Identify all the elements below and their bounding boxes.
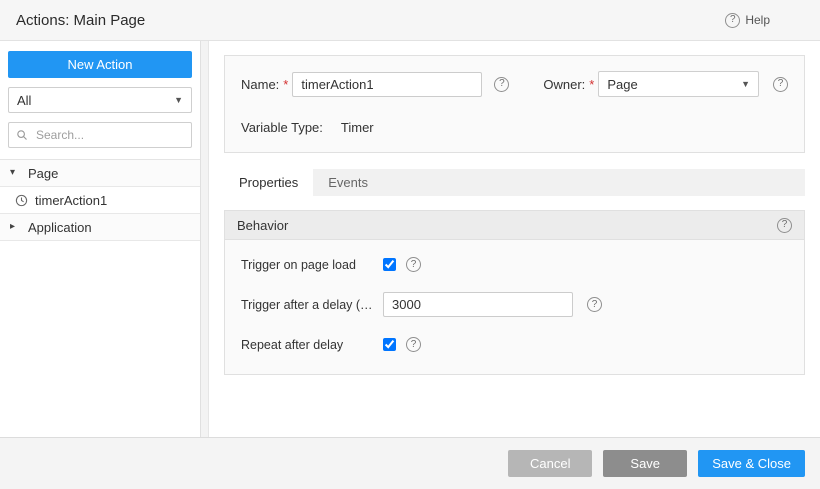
trigger-delay-row: Trigger after a delay (milliseconds) [241, 292, 788, 317]
repeat-after-delay-row: Repeat after delay [241, 337, 788, 352]
behavior-section-header: Behavior [225, 211, 804, 240]
tab-bar: Properties Events [224, 169, 805, 196]
sidebar-scrollbar[interactable] [200, 41, 209, 437]
filter-dropdown-value: All [17, 92, 32, 108]
header: Actions: Main Page Help [0, 0, 820, 41]
tree-item-label: Application [28, 219, 92, 235]
variable-type-label: Variable Type: [241, 120, 323, 135]
actions-editor-window: Actions: Main Page Help New Action All ▼ [0, 0, 820, 489]
required-marker: * [283, 76, 289, 92]
tree-item-page[interactable]: ▾ Page [0, 160, 200, 187]
repeat-after-delay-help-icon[interactable] [406, 337, 421, 352]
behavior-title: Behavior [237, 217, 289, 233]
main-panel: Name: * Owner: * Page ▼ Variable Type: T… [209, 41, 820, 437]
sidebar-controls: New Action All ▼ [0, 41, 200, 154]
trigger-delay-input[interactable] [383, 292, 573, 317]
chevron-down-icon: ▼ [741, 79, 750, 89]
name-help-icon[interactable] [494, 76, 510, 92]
trigger-delay-label: Trigger after a delay (milliseconds) [241, 297, 381, 312]
behavior-section-body: Trigger on page load Trigger after a del… [225, 240, 804, 374]
help-button[interactable]: Help [725, 12, 770, 28]
tab-events[interactable]: Events [313, 169, 383, 196]
caret-down-icon[interactable]: ▾ [10, 168, 21, 178]
owner-select-value: Page [607, 76, 638, 92]
tree-item-timer-action[interactable]: timerAction1 [0, 187, 200, 214]
name-owner-row: Name: * Owner: * Page ▼ [241, 71, 788, 97]
help-icon [725, 12, 741, 28]
tab-properties[interactable]: Properties [224, 169, 314, 196]
cancel-button[interactable]: Cancel [508, 450, 593, 477]
required-marker: * [589, 76, 595, 92]
variable-type-row: Variable Type: Timer [241, 120, 788, 135]
save-button[interactable]: Save [603, 450, 688, 477]
content-area: New Action All ▼ ▾ Page [0, 41, 820, 437]
clock-icon [15, 194, 28, 206]
tree-item-application[interactable]: ▸ Application [0, 214, 200, 241]
page-title: Actions: Main Page [16, 11, 146, 29]
search-icon [17, 130, 27, 140]
trigger-on-page-load-checkbox[interactable] [383, 258, 396, 271]
owner-label: Owner: [543, 76, 586, 92]
tree-item-label: timerAction1 [35, 192, 108, 208]
name-input[interactable] [292, 71, 483, 97]
owner-select[interactable]: Page ▼ [598, 71, 759, 97]
save-and-close-button[interactable]: Save & Close [698, 450, 805, 477]
behavior-help-icon[interactable] [777, 217, 792, 233]
name-label: Name: [241, 76, 280, 92]
owner-help-icon[interactable] [773, 76, 788, 92]
new-action-button[interactable]: New Action [8, 51, 192, 78]
footer: Cancel Save Save & Close [0, 437, 820, 489]
filter-dropdown[interactable]: All ▼ [8, 87, 192, 113]
search-box [8, 122, 192, 148]
behavior-section: Behavior Trigger on page load Trigger af… [224, 210, 805, 375]
action-form-panel: Name: * Owner: * Page ▼ Variable Type: T… [224, 55, 805, 153]
trigger-delay-help-icon[interactable] [587, 297, 602, 312]
trigger-on-page-load-row: Trigger on page load [241, 257, 788, 272]
repeat-after-delay-checkbox[interactable] [383, 338, 396, 351]
trigger-on-page-load-help-icon[interactable] [406, 257, 421, 272]
sidebar: New Action All ▼ ▾ Page [0, 41, 200, 437]
chevron-down-icon: ▼ [174, 95, 183, 105]
variable-type-value: Timer [340, 120, 374, 135]
tree-item-label: Page [28, 165, 59, 181]
help-label: Help [745, 13, 770, 27]
search-input[interactable] [34, 127, 184, 143]
trigger-on-page-load-label: Trigger on page load [241, 257, 356, 272]
action-tree: ▾ Page timerAction1 ▸ Application [0, 159, 200, 241]
caret-right-icon[interactable]: ▸ [10, 222, 21, 232]
repeat-after-delay-label: Repeat after delay [241, 337, 344, 352]
